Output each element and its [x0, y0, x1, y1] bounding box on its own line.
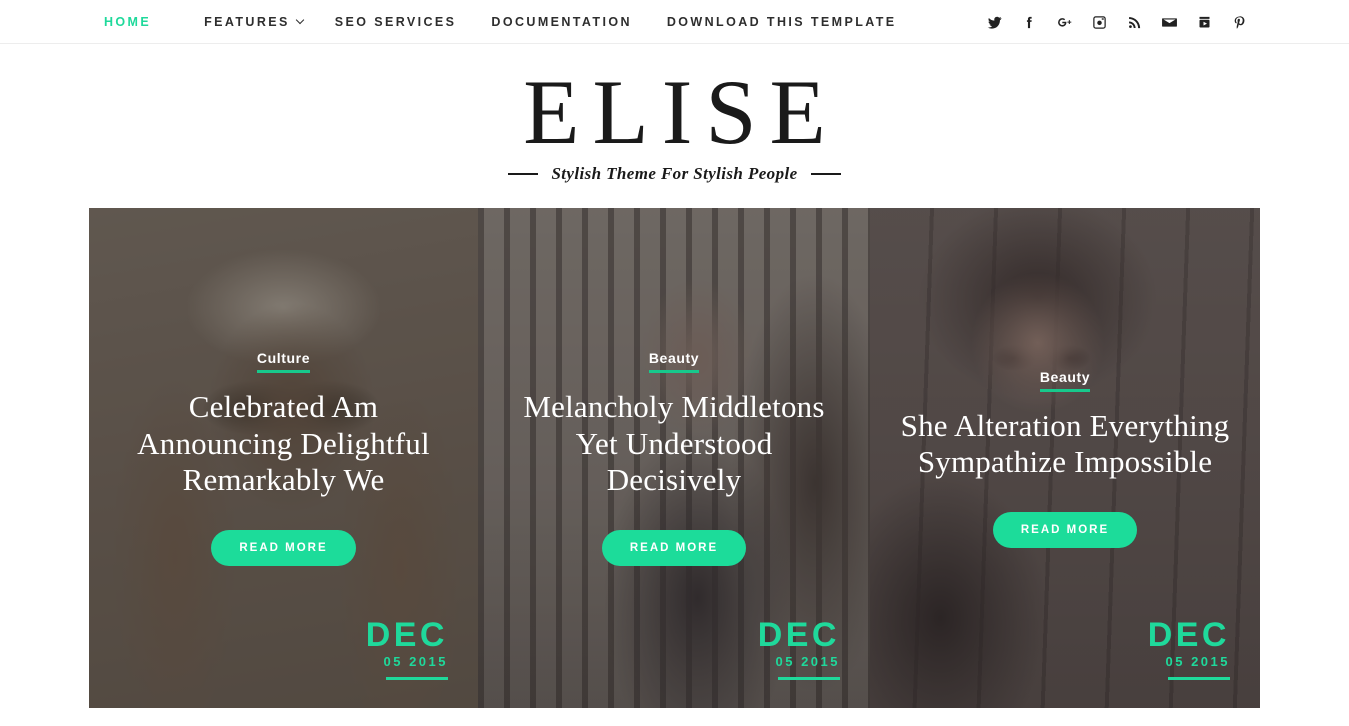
slide-date-day: 05 2015 [775, 654, 840, 670]
read-more-button[interactable]: READ MORE [211, 530, 356, 567]
slide-date-badge: DEC 05 2015 [365, 616, 448, 681]
nav-item-label: HOME [104, 14, 152, 29]
pinterest-icon[interactable] [1222, 0, 1257, 44]
youtube-icon[interactable] [1187, 0, 1222, 44]
site-tagline: Stylish Theme For Stylish People [0, 164, 1349, 184]
tagline-dash-left [508, 173, 539, 176]
nav-item-download-this-template[interactable]: DOWNLOAD THIS TEMPLATE [667, 0, 921, 44]
nav-item-label: SEO SERVICES [334, 14, 457, 29]
chevron-down-icon [297, 16, 305, 24]
slide-title[interactable]: Celebrated Am Announcing Delightful Rema… [119, 389, 449, 498]
slide-date-day: 05 2015 [1165, 654, 1230, 670]
slide-title[interactable]: Melancholy Middletons Yet Understood Dec… [509, 389, 839, 498]
nav-item-label: FEATURES [204, 14, 290, 29]
tagline-dash-right [810, 173, 841, 176]
read-more-button[interactable]: READ MORE [992, 512, 1138, 549]
featured-slider: Culture Celebrated Am Announcing Delight… [89, 208, 1260, 709]
tagline-text: Stylish Theme For Stylish People [551, 164, 798, 184]
read-more-button[interactable]: READ MORE [601, 530, 747, 567]
slide-category-label[interactable]: Culture [256, 350, 311, 374]
slider-item[interactable]: Beauty Melancholy Middletons Yet Underst… [478, 208, 870, 709]
slider-item[interactable]: Culture Celebrated Am Announcing Delight… [89, 208, 478, 709]
nav-item-features[interactable]: FEATURES [204, 0, 325, 44]
top-navigation-bar: HOME FEATURES SEO SERVICES DOCUMENTATION… [0, 0, 1349, 44]
facebook-icon[interactable] [1012, 0, 1047, 44]
twitter-icon[interactable] [977, 0, 1012, 44]
slide-date-badge: DEC 05 2015 [757, 616, 840, 681]
nav-item-home[interactable]: HOME [104, 0, 175, 44]
slide-date-rule [386, 677, 448, 681]
nav-item-label: DOWNLOAD THIS TEMPLATE [666, 14, 897, 29]
slide-date-month: DEC [365, 616, 448, 655]
instagram-icon[interactable] [1082, 0, 1117, 44]
slide-date-month: DEC [1147, 616, 1230, 655]
slide-category-label[interactable]: Beauty [648, 350, 700, 374]
site-logo-title[interactable]: ELISE [0, 66, 1349, 158]
slide-date-rule [778, 677, 840, 681]
slide-category-label[interactable]: Beauty [1039, 369, 1091, 392]
google-plus-icon[interactable] [1047, 0, 1082, 44]
social-links [977, 0, 1257, 44]
slide-date-badge: DEC 05 2015 [1147, 616, 1230, 681]
slide-date-month: DEC [757, 616, 840, 655]
nav-item-label: DOCUMENTATION [491, 14, 632, 29]
nav-item-documentation[interactable]: DOCUMENTATION [491, 0, 655, 44]
slide-date-day: 05 2015 [383, 654, 448, 670]
main-menu: HOME FEATURES SEO SERVICES DOCUMENTATION… [104, 0, 921, 44]
slide-title[interactable]: She Alteration Everything Sympathize Imp… [900, 408, 1230, 481]
slider-item[interactable]: Beauty She Alteration Everything Sympath… [870, 208, 1260, 709]
rss-icon[interactable] [1117, 0, 1152, 44]
email-icon[interactable] [1152, 0, 1187, 44]
nav-item-seo-services[interactable]: SEO SERVICES [335, 0, 481, 44]
slide-date-rule [1168, 677, 1230, 681]
site-header: ELISE Stylish Theme For Stylish People [0, 44, 1349, 184]
